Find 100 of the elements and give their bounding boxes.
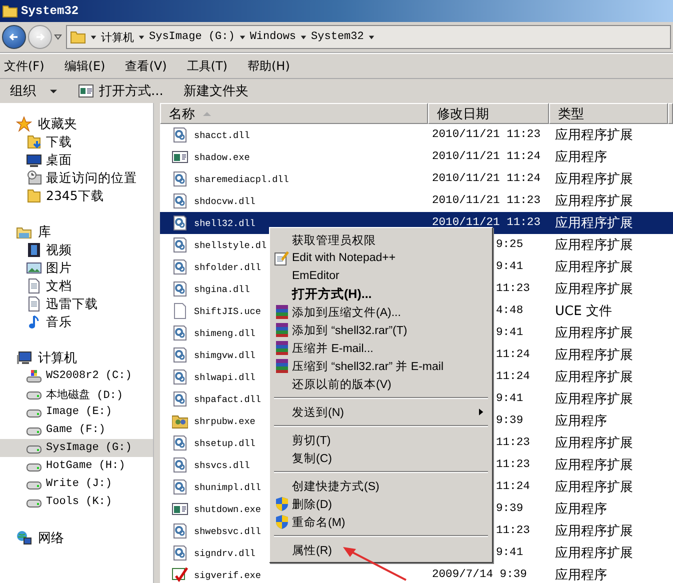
nav-item[interactable]: 本地磁盘 (D:): [0, 385, 153, 403]
caret-icon[interactable]: [368, 34, 375, 40]
file-name[interactable]: sharemediacpl.dll: [194, 174, 289, 184]
nav-item[interactable]: HotGame (H:): [0, 457, 153, 475]
context-menu-item[interactable]: 获取管理员权限: [272, 231, 490, 249]
modified-date: 9:41: [495, 547, 524, 559]
toolbar-button[interactable]: 打开方式...: [74, 80, 168, 102]
gear-file-icon: [172, 369, 188, 385]
nav-section[interactable]: 网络: [0, 529, 153, 547]
file-name[interactable]: shellstyle.dl: [194, 240, 267, 250]
context-menu-item[interactable]: 压缩并 E-mail...: [272, 339, 490, 357]
file-type: 应用程序扩展: [555, 391, 633, 408]
file-name[interactable]: shlwapi.dll: [194, 372, 256, 382]
file-name[interactable]: shutdown.exe: [194, 504, 261, 514]
file-name[interactable]: shadow.exe: [194, 152, 250, 162]
context-menu-item[interactable]: 属性(R): [272, 541, 490, 559]
context-menu-item[interactable]: 打开方式(H)...: [272, 285, 490, 303]
context-menu-item[interactable]: 创建快捷方式(S): [272, 477, 490, 495]
modified-date: 2010/11/21 11:23: [432, 129, 540, 141]
column-header[interactable]: 修改日期: [428, 103, 549, 124]
file-name[interactable]: shwebsvc.dll: [194, 526, 261, 536]
gear-file-icon: [172, 523, 188, 539]
file-name[interactable]: shdocvw.dll: [194, 196, 256, 206]
gear-file-icon: [172, 391, 188, 407]
nav-item[interactable]: 下载: [0, 133, 153, 151]
nav-item[interactable]: 桌面: [0, 151, 153, 169]
nav-item[interactable]: 2345下载: [0, 187, 153, 205]
gear-file-icon: [172, 193, 188, 209]
context-menu-item[interactable]: EmEditor: [272, 267, 490, 285]
file-name[interactable]: shell32.dll: [194, 218, 256, 228]
nav-item[interactable]: Tools (K:): [0, 493, 153, 511]
caret-icon: [49, 88, 58, 94]
books-icon: [274, 358, 290, 374]
column-header[interactable]: 名称: [160, 103, 428, 124]
file-name[interactable]: shfolder.dll: [194, 262, 261, 272]
file-name[interactable]: shimeng.dll: [194, 328, 256, 338]
file-name[interactable]: shrpubw.exe: [194, 416, 256, 426]
modified-date: 9:39: [495, 503, 524, 515]
context-menu-item[interactable]: 压缩到 “shell32.rar” 并 E-mail: [272, 357, 490, 375]
dropdown-icon[interactable]: [54, 33, 62, 41]
file-name[interactable]: shsetup.dll: [194, 438, 256, 448]
context-menu-item[interactable]: Edit with Notepad++: [272, 249, 490, 267]
toolbar-button[interactable]: 新建文件夹: [179, 80, 252, 102]
file-name[interactable]: shunimpl.dll: [194, 482, 261, 492]
context-menu-item[interactable]: 复制(C): [272, 449, 490, 467]
nav-item[interactable]: SysImage (G:): [0, 439, 153, 457]
nav-section[interactable]: 计算机: [0, 349, 153, 367]
nav-item[interactable]: Image (E:): [0, 403, 153, 421]
nav-item[interactable]: 文档: [0, 277, 153, 295]
folder-icon: [26, 188, 42, 204]
nav-item[interactable]: 图片: [0, 259, 153, 277]
context-menu-item[interactable]: 剪切(T): [272, 431, 490, 449]
column-header[interactable]: 类型: [549, 103, 668, 124]
nav-section[interactable]: 库: [0, 223, 153, 241]
nav-item[interactable]: 最近访问的位置: [0, 169, 153, 187]
menu-item[interactable]: 工具(T): [186, 58, 228, 74]
context-menu-item[interactable]: 添加到 “shell32.rar”(T): [272, 321, 490, 339]
caret-icon[interactable]: [138, 34, 145, 40]
file-name[interactable]: shimgvw.dll: [194, 350, 256, 360]
breadcrumb-item[interactable]: SysImage (G:): [149, 31, 235, 43]
address-field[interactable]: 计算机 SysImage (G:) Windows System32: [66, 25, 671, 49]
image-icon: [26, 260, 42, 276]
context-menu-item[interactable]: 删除(D): [272, 495, 490, 513]
breadcrumb-item[interactable]: 计算机: [101, 30, 134, 44]
context-menu-item[interactable]: 发送到(N): [272, 403, 490, 421]
modified-date: 11:23: [495, 459, 530, 471]
context-menu-item[interactable]: 还原以前的版本(V): [272, 375, 490, 393]
file-name[interactable]: shpafact.dll: [194, 394, 261, 404]
breadcrumb-item[interactable]: Windows: [250, 31, 296, 43]
file-name[interactable]: shacct.dll: [194, 130, 250, 140]
nav-item[interactable]: 视频: [0, 241, 153, 259]
caret-icon[interactable]: [90, 34, 97, 40]
menu-item[interactable]: 编辑(E): [64, 58, 106, 74]
toolbar-button[interactable]: 组织: [6, 80, 62, 102]
file-name[interactable]: sigverif.exe: [194, 570, 261, 580]
file-name[interactable]: shsvcs.dll: [194, 460, 250, 470]
nav-item[interactable]: Write (J:): [0, 475, 153, 493]
menu-item[interactable]: 帮助(H): [248, 58, 290, 74]
nav-item[interactable]: WS2008r2 (C:): [0, 367, 153, 385]
breadcrumb-item[interactable]: System32: [311, 31, 364, 43]
menu-item[interactable]: 查看(V): [125, 58, 167, 74]
gear-file-icon: [172, 479, 188, 495]
nav-item[interactable]: 音乐: [0, 313, 153, 331]
nav-section[interactable]: 收藏夹: [0, 115, 153, 133]
file-name[interactable]: ShiftJIS.uce: [194, 306, 261, 316]
caret-icon[interactable]: [238, 34, 246, 40]
monitor-icon: [26, 152, 42, 168]
file-type: 应用程序扩展: [555, 545, 633, 562]
context-menu-item[interactable]: 重命名(M): [272, 513, 490, 531]
nav-item[interactable]: Game (F:): [0, 421, 153, 439]
back-button[interactable]: [2, 25, 26, 49]
file-name[interactable]: shgina.dll: [194, 284, 250, 294]
column-header[interactable]: [668, 103, 673, 124]
file-name[interactable]: signdrv.dll: [194, 548, 256, 558]
caret-icon[interactable]: [300, 34, 308, 40]
menu-item[interactable]: 文件(F): [4, 58, 44, 74]
file-type: 应用程序扩展: [555, 281, 633, 298]
folder-icon: [70, 29, 86, 45]
nav-item[interactable]: 迅雷下载: [0, 295, 153, 313]
context-menu-item[interactable]: 添加到压缩文件(A)...: [272, 303, 490, 321]
